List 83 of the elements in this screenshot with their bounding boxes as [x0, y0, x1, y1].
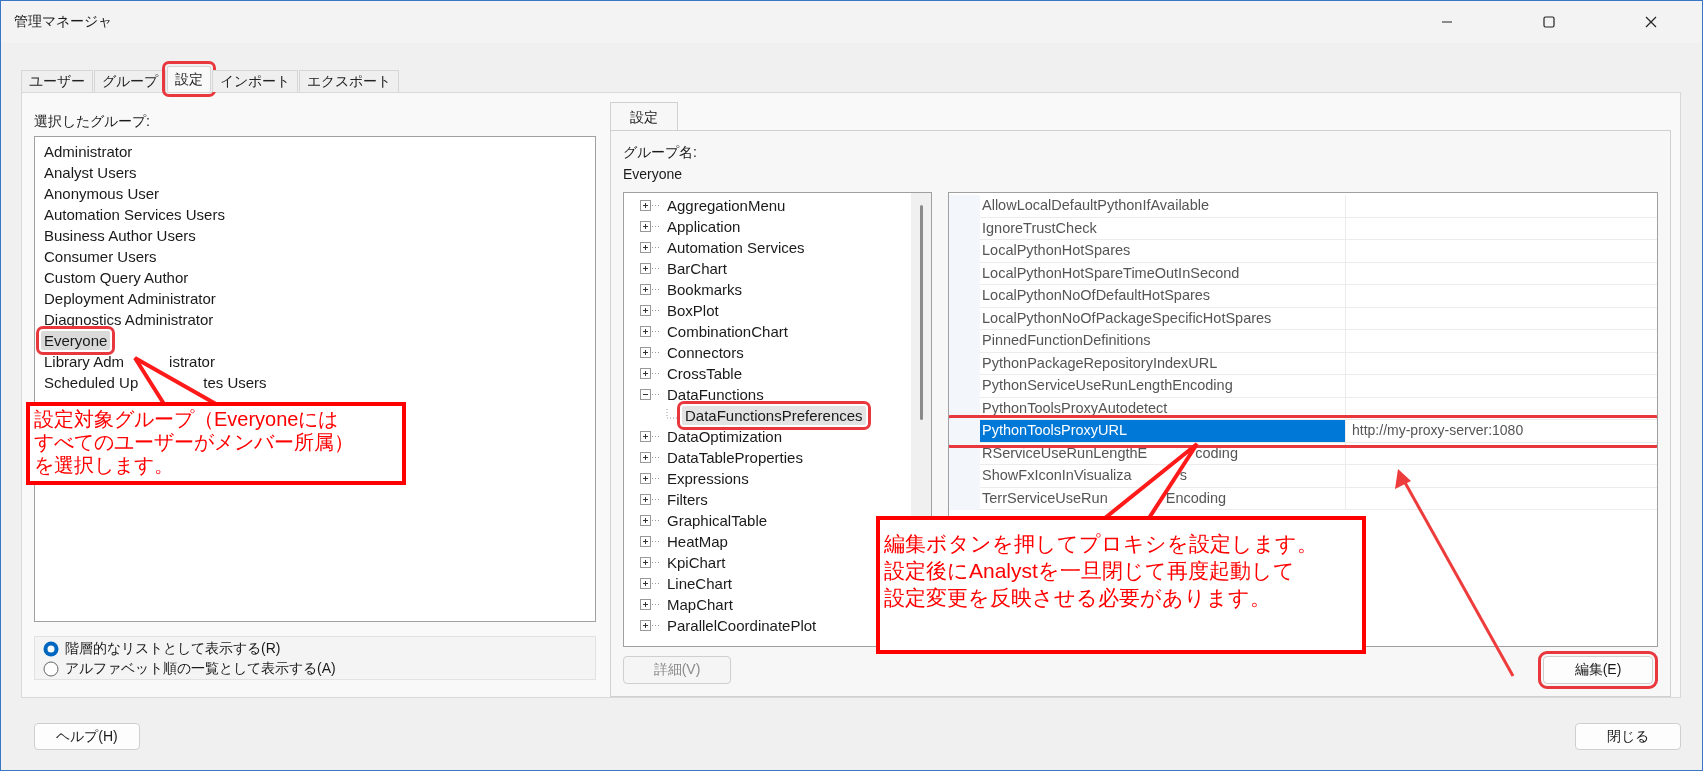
group-item[interactable]: Diagnostics Administrator	[41, 310, 217, 329]
property-name[interactable]: PinnedFunctionDefinitions	[980, 330, 1346, 353]
group-item[interactable]: Business Author Users	[41, 226, 199, 245]
expand-icon[interactable]	[640, 514, 662, 527]
expand-icon[interactable]	[640, 535, 662, 548]
expand-icon[interactable]	[640, 472, 662, 485]
group-name-label: グループ名:	[623, 143, 698, 162]
expand-icon[interactable]	[640, 367, 662, 380]
group-item[interactable]: Deployment Administrator	[41, 289, 219, 308]
radio-label: アルファベット順の一覧として表示する(A)	[65, 660, 336, 678]
collapse-icon[interactable]	[640, 388, 662, 401]
tree-item[interactable]: BarChart	[664, 259, 731, 278]
property-row[interactable]: PythonToolsProxyURL http://my-proxy-server:1080	[949, 420, 1657, 443]
tree-item[interactable]: DataOptimization	[664, 427, 786, 446]
tab[interactable]: エクスポート	[299, 70, 399, 92]
property-name[interactable]: AllowLocalDefaultPythonIfAvailable	[980, 195, 1346, 218]
tree-item[interactable]: Expressions	[664, 469, 752, 488]
tab[interactable]: ユーザー	[21, 70, 93, 92]
tree-item[interactable]: AggregationMenu	[664, 196, 789, 215]
expand-icon[interactable]	[640, 199, 662, 212]
expand-icon[interactable]	[640, 220, 662, 233]
close-icon	[1645, 16, 1657, 28]
expand-icon[interactable]	[640, 598, 662, 611]
radio-button[interactable]	[43, 641, 59, 657]
group-name: Everyone	[623, 165, 684, 184]
tree-item[interactable]: Filters	[664, 490, 711, 509]
radio-button[interactable]	[43, 661, 59, 677]
property-value: http://my-proxy-server:1080	[1352, 422, 1524, 438]
property-name[interactable]: PythonServiceUseRunLengthEncoding	[980, 375, 1346, 398]
expand-icon[interactable]	[640, 619, 662, 632]
tree-item[interactable]: BoxPlot	[664, 301, 722, 320]
tree-item[interactable]: GraphicalTable	[664, 511, 771, 530]
help-button[interactable]: ヘルプ(H)	[34, 723, 140, 750]
tree-item[interactable]: Bookmarks	[664, 280, 746, 299]
tree-item[interactable]: LineChart	[664, 574, 736, 593]
tree-item[interactable]: Application	[664, 217, 744, 236]
group-item[interactable]: Analyst Users	[41, 163, 140, 182]
group-item[interactable]: Custom Query Author	[41, 268, 192, 287]
expand-icon[interactable]	[640, 325, 662, 338]
groups-label: 選択したグループ:	[34, 112, 151, 130]
close-dialog-button[interactable]: 閉じる	[1575, 723, 1681, 750]
tree-item[interactable]: HeatMap	[664, 532, 731, 551]
group-item[interactable]: Library Adm	[41, 352, 128, 371]
radio-label: 階層的なリストとして表示する(R)	[65, 640, 281, 658]
tree-item[interactable]: MapChart	[664, 595, 736, 614]
property-name[interactable]: LocalPythonHotSpares	[980, 240, 1346, 263]
group-item-text: istrator	[169, 352, 215, 371]
tab[interactable]: グループ	[94, 70, 166, 92]
tree-item[interactable]: DataTableProperties	[664, 448, 806, 467]
expand-icon[interactable]	[640, 241, 662, 254]
group-item[interactable]: Consumer Users	[41, 247, 160, 266]
expand-icon[interactable]	[640, 283, 662, 296]
tree-item[interactable]: KpiChart	[664, 553, 729, 572]
property-name[interactable]: PythonToolsProxyURL	[980, 420, 1346, 443]
expand-icon[interactable]	[640, 493, 662, 506]
tree-item[interactable]: Connectors	[664, 343, 747, 362]
expand-icon[interactable]	[640, 346, 662, 359]
tree-item[interactable]: DataFunctions	[664, 385, 767, 404]
property-name[interactable]: PythonPackageRepositoryIndexURL	[980, 352, 1346, 375]
expand-icon[interactable]	[640, 430, 662, 443]
property-name[interactable]: LocalPythonNoOfDefaultHotSpares	[980, 285, 1346, 308]
property-name[interactable]: LocalPythonNoOfPackageSpecificHotSpares	[980, 307, 1346, 330]
expand-icon[interactable]	[640, 304, 662, 317]
tree-item[interactable]: CombinationChart	[664, 322, 791, 341]
tree-item[interactable]: CrossTable	[664, 364, 746, 383]
group-item[interactable]: Administrator	[41, 142, 136, 161]
group-item[interactable]: Anonymous User	[41, 184, 163, 203]
window-title: 管理マネージャ	[13, 13, 113, 31]
tree-item[interactable]: ParallelCoordinatePlot	[664, 616, 820, 635]
expand-icon[interactable]	[640, 577, 662, 590]
maximize-icon	[1543, 16, 1555, 28]
expand-icon[interactable]	[640, 262, 662, 275]
property-name[interactable]: IgnoreTrustCheck	[980, 217, 1346, 240]
group-item[interactable]: Automation Services Users	[41, 205, 228, 224]
group-item-text: tes Users	[203, 373, 267, 392]
scrollbar-thumb[interactable]	[920, 205, 923, 420]
expand-icon[interactable]	[640, 451, 662, 464]
tab[interactable]: インポート	[212, 70, 298, 92]
tab[interactable]: 設定	[610, 102, 678, 130]
expand-icon[interactable]	[640, 556, 662, 569]
property-name[interactable]: LocalPythonHotSpareTimeOutInSecond	[980, 262, 1346, 285]
group-item[interactable]: Scheduled Up	[41, 373, 142, 392]
tree-item[interactable]: Automation Services	[664, 238, 808, 257]
